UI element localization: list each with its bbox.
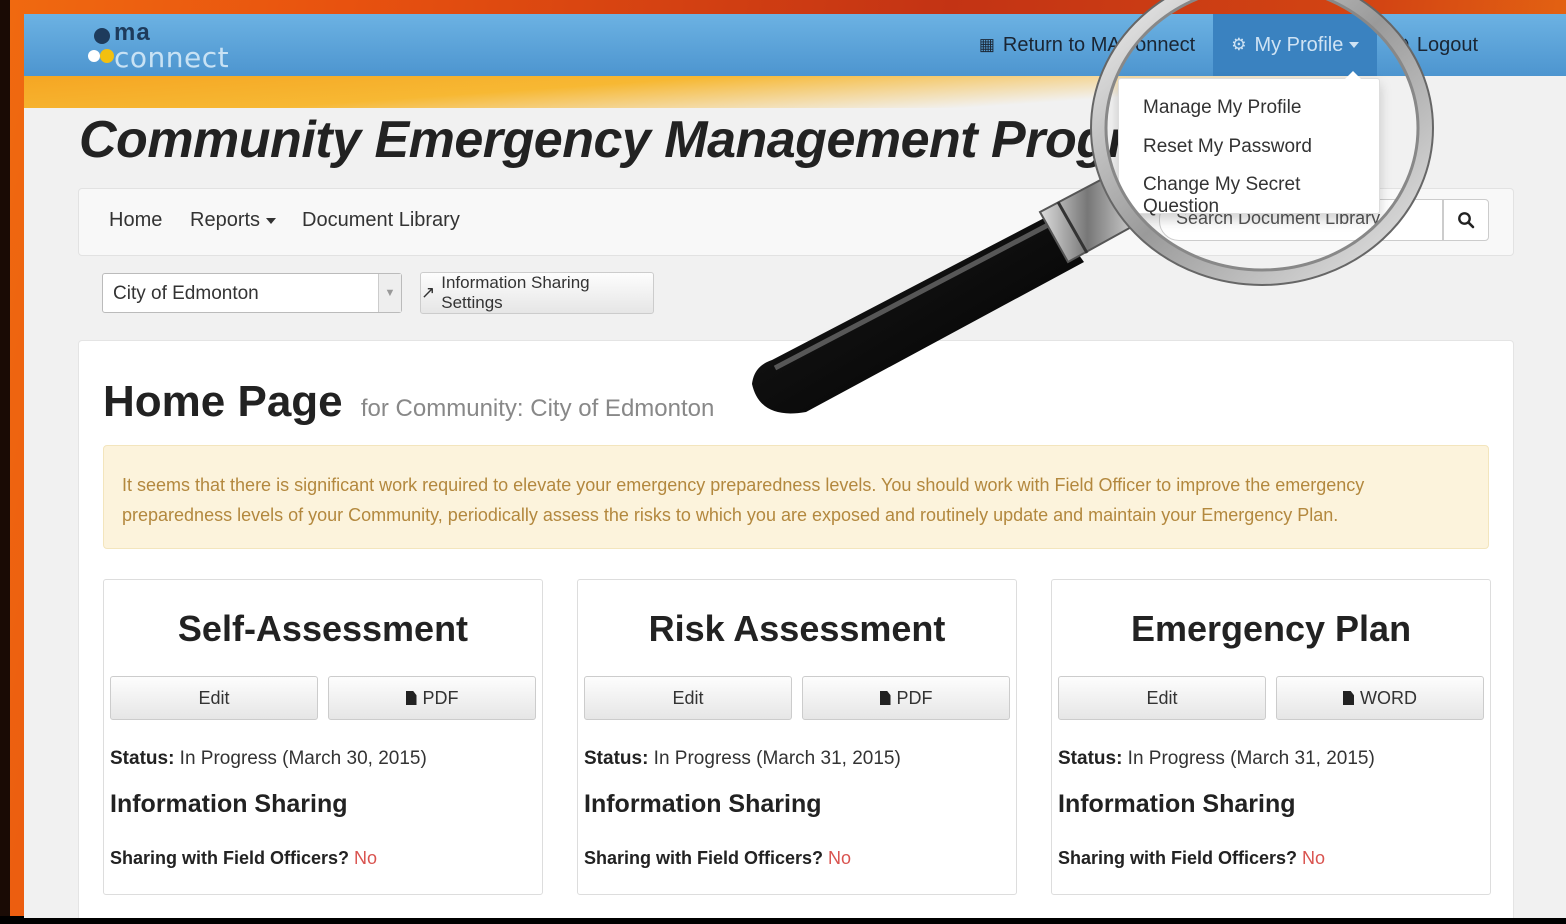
top-navbar: ma connect ▦ Return to MAConnect ⚙ My Pr… (24, 14, 1566, 76)
caret-down-icon (266, 217, 277, 224)
sharing-value: No (1302, 848, 1326, 868)
pdf-button[interactable]: PDF (328, 676, 536, 720)
sharing-label: Sharing with Field Officers? (584, 848, 824, 868)
card-title: Risk Assessment (648, 608, 946, 649)
community-select-value: City of Edmonton (113, 283, 259, 304)
search-button[interactable] (1443, 199, 1489, 241)
power-icon: ⏻ (1395, 35, 1409, 54)
information-sharing-heading: Information Sharing (110, 790, 348, 818)
my-profile-menu[interactable]: ⚙ My Profile (1213, 14, 1378, 76)
nav-document-library[interactable]: Document Library (302, 209, 460, 232)
status-label: Status: (584, 748, 649, 769)
profile-dropdown-menu: Manage My Profile Reset My Password Chan… (1118, 71, 1380, 217)
home-panel: Home Page for Community: City of Edmonto… (78, 340, 1514, 918)
share-icon: ↗ (421, 283, 436, 302)
home-subtitle: for Community: City of Edmonton (360, 395, 715, 422)
status-text: Status: In Progress (March 31, 2015) (1058, 748, 1375, 770)
pdf-label: PDF (422, 687, 459, 708)
sharing-status: Sharing with Field Officers? No (110, 848, 377, 869)
nav-reports[interactable]: Reports (190, 209, 277, 232)
sharing-status: Sharing with Field Officers? No (1058, 848, 1325, 869)
file-icon (1343, 691, 1354, 705)
risk-assessment-card: Risk Assessment Edit PDF Status: In Prog… (577, 579, 1017, 895)
sharing-label: Sharing with Field Officers? (110, 848, 350, 868)
gear-icon: ⚙ (1231, 35, 1247, 54)
return-to-maconnect-link[interactable]: ▦ Return to MAConnect (961, 14, 1213, 76)
maconnect-logo[interactable]: ma connect (84, 19, 264, 74)
logo-dot (94, 28, 110, 44)
menu-item-manage-profile[interactable]: Manage My Profile (1143, 97, 1301, 119)
nav-reports-label: Reports (190, 209, 261, 231)
page: ma connect ▦ Return to MAConnect ⚙ My Pr… (24, 14, 1566, 918)
card-title: Emergency Plan (1130, 608, 1412, 649)
status-value: In Progress (March 31, 2015) (1122, 748, 1375, 769)
status-text: Status: In Progress (March 31, 2015) (584, 748, 901, 770)
file-icon (405, 691, 417, 705)
sharing-label: Sharing with Field Officers? (1058, 848, 1298, 868)
status-value: In Progress (March 30, 2015) (174, 748, 427, 769)
return-label: Return to MAConnect (1002, 33, 1196, 56)
information-sharing-heading: Information Sharing (1058, 790, 1296, 818)
info-sharing-settings-label: Information Sharing Settings (441, 273, 590, 312)
edit-button[interactable]: Edit (110, 676, 318, 720)
top-links: ▦ Return to MAConnect ⚙ My Profile ⏻ Log… (961, 14, 1566, 76)
self-assessment-card: Self-Assessment Edit PDF Status: In Prog… (103, 579, 543, 895)
status-label: Status: (110, 748, 175, 769)
emergency-plan-card: Emergency Plan Edit WORD Status: In Prog… (1051, 579, 1491, 895)
card-title: Self-Assessment (177, 608, 469, 649)
information-sharing-heading: Information Sharing (584, 790, 822, 818)
file-icon (879, 691, 891, 705)
community-select[interactable]: City of Edmonton ▼ (102, 273, 402, 313)
status-text: Status: In Progress (March 30, 2015) (110, 748, 427, 770)
pdf-label: PDF (896, 687, 933, 708)
menu-item-change-secret-question[interactable]: Change My Secret Question (1143, 174, 1379, 218)
page-title: Community Emergency Management Program (79, 111, 1202, 169)
select-arrow-icon: ▼ (378, 274, 401, 312)
sharing-value: No (828, 848, 852, 868)
grid-icon: ▦ (978, 35, 995, 54)
logo-dot (100, 49, 114, 63)
home-heading: Home Page for Community: City of Edmonto… (103, 377, 714, 427)
logout-label: Logout (1416, 33, 1478, 56)
home-title: Home Page (103, 377, 343, 426)
sharing-value: No (354, 848, 378, 868)
logo-text-connect: connect (114, 41, 230, 74)
sharing-status: Sharing with Field Officers? No (584, 848, 851, 869)
nav-home[interactable]: Home (109, 209, 162, 232)
word-button[interactable]: WORD (1276, 676, 1484, 720)
information-sharing-settings-button[interactable]: ↗ Information Sharing Settings (420, 272, 654, 314)
pdf-button[interactable]: PDF (802, 676, 1010, 720)
my-profile-label: My Profile (1254, 33, 1344, 56)
caret-down-icon (1349, 42, 1360, 48)
edit-button[interactable]: Edit (1058, 676, 1266, 720)
logo-dot (88, 50, 100, 62)
logout-link[interactable]: ⏻ Logout (1377, 14, 1566, 76)
frame-edge (0, 0, 10, 924)
menu-item-reset-password[interactable]: Reset My Password (1143, 136, 1312, 158)
status-value: In Progress (March 31, 2015) (648, 748, 901, 769)
edit-button[interactable]: Edit (584, 676, 792, 720)
word-label: WORD (1360, 687, 1417, 708)
status-label: Status: (1058, 748, 1123, 769)
preparedness-alert: It seems that there is significant work … (103, 445, 1489, 549)
search-icon (1458, 212, 1475, 229)
